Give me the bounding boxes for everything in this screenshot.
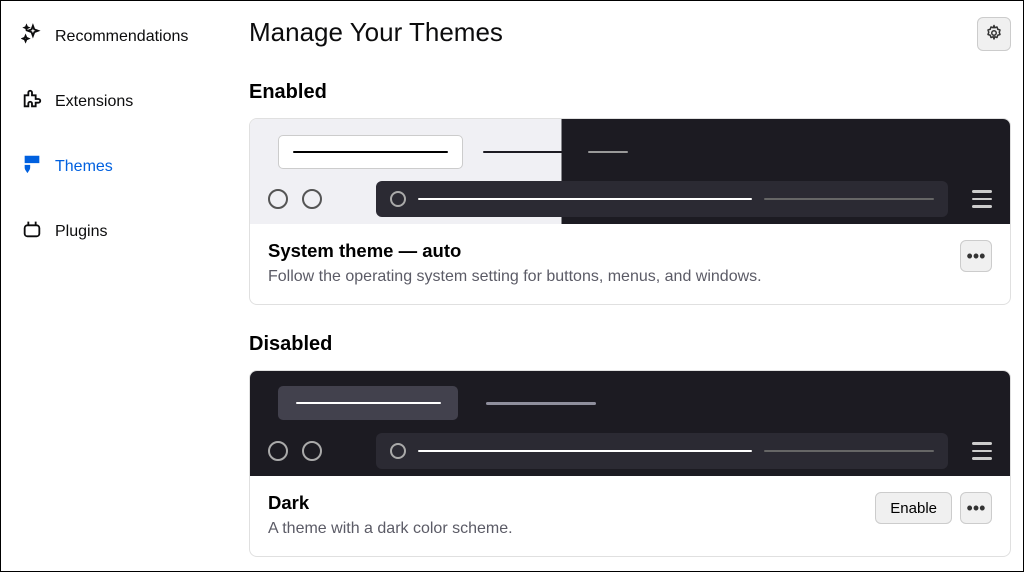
sidebar-item-themes[interactable]: Themes <box>9 143 233 190</box>
sidebar-item-extensions[interactable]: Extensions <box>9 78 233 125</box>
theme-name: System theme — auto <box>268 240 762 262</box>
enabled-section-title: Enabled <box>249 81 1011 104</box>
sidebar-item-label: Plugins <box>55 223 107 241</box>
sidebar-item-plugins[interactable]: Plugins <box>9 208 233 255</box>
theme-name: Dark <box>268 492 513 514</box>
sidebar-item-label: Extensions <box>55 93 133 111</box>
enable-button[interactable]: Enable <box>875 492 952 524</box>
theme-description: A theme with a dark color scheme. <box>268 520 513 538</box>
theme-preview <box>250 371 1010 476</box>
sparkle-icon <box>21 23 43 50</box>
sidebar-item-label: Themes <box>55 158 113 176</box>
paintbrush-icon <box>21 153 43 180</box>
settings-button[interactable] <box>977 17 1011 51</box>
hamburger-icon <box>972 442 992 460</box>
more-options-button[interactable]: ••• <box>960 240 992 272</box>
sidebar-item-label: Recommendations <box>55 28 188 46</box>
ellipsis-icon: ••• <box>967 498 986 519</box>
plug-icon <box>21 218 43 245</box>
page-title: Manage Your Themes <box>249 17 503 48</box>
hamburger-icon <box>972 190 992 208</box>
theme-card-dark: Dark A theme with a dark color scheme. E… <box>249 370 1011 557</box>
theme-description: Follow the operating system setting for … <box>268 268 762 286</box>
theme-preview <box>250 119 1010 224</box>
sidebar: Recommendations Extensions Themes Plugin… <box>1 1 241 571</box>
ellipsis-icon: ••• <box>967 246 986 267</box>
gear-icon <box>985 24 1003 45</box>
theme-card-system: System theme — auto Follow the operating… <box>249 118 1011 305</box>
sidebar-item-recommendations[interactable]: Recommendations <box>9 13 233 60</box>
main-content: Manage Your Themes Enabled <box>241 1 1023 571</box>
disabled-section-title: Disabled <box>249 333 1011 356</box>
more-options-button[interactable]: ••• <box>960 492 992 524</box>
puzzle-icon <box>21 88 43 115</box>
